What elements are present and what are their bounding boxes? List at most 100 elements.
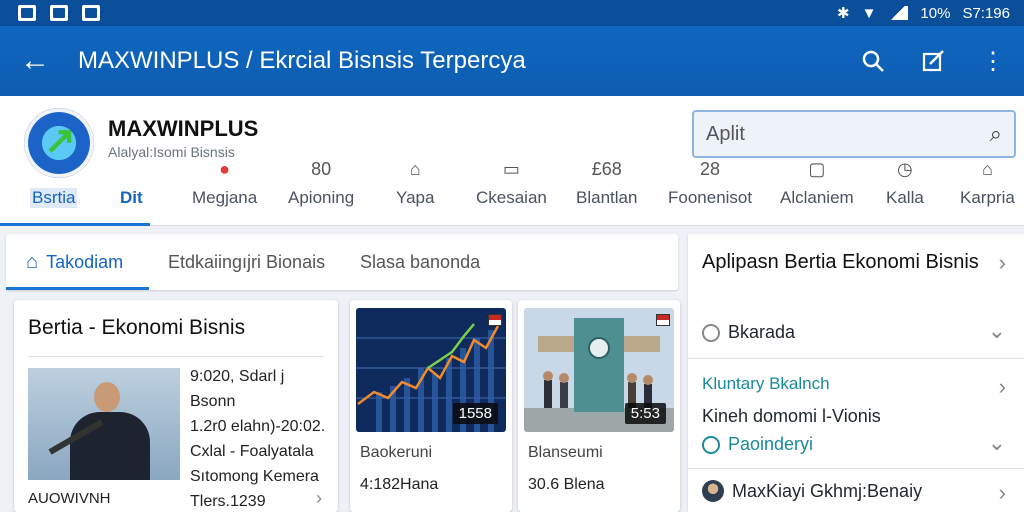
- search-icon[interactable]: ⌕: [990, 121, 1002, 147]
- tab-ekonomi-bisnis[interactable]: Etdkaiingıjri Bionais: [168, 234, 325, 290]
- thumb-title: Blanseumi: [528, 444, 603, 461]
- thumb-meta: 4:182Hana: [360, 476, 439, 493]
- section-title: Kluntary Bkalnch: [702, 374, 830, 394]
- chevron-down-icon[interactable]: ⌄: [988, 430, 1006, 456]
- chevron-down-icon[interactable]: ⌄: [988, 318, 1006, 344]
- category-label: Karpria: [960, 188, 1015, 207]
- speaker-head: [94, 382, 120, 412]
- search-input[interactable]: [706, 122, 990, 146]
- news-card[interactable]: Bertia - Ekonomi Bisnis AUOWIVNH 9:020, …: [14, 300, 338, 512]
- news-image[interactable]: [28, 368, 180, 480]
- clock-icon: [702, 435, 720, 454]
- news-image-caption: AUOWIVNH: [28, 490, 111, 507]
- search-box[interactable]: ⌕: [692, 110, 1016, 158]
- divider: [28, 356, 324, 357]
- search-button[interactable]: [856, 44, 890, 78]
- wifi-icon: ▼: [861, 4, 877, 22]
- category-dit[interactable]: Dit: [120, 158, 143, 226]
- speaker-figure: [70, 412, 150, 480]
- gallery-notification-icon: [50, 5, 68, 21]
- category-kalla[interactable]: ◷ Kalla: [886, 158, 924, 226]
- news-line: Tlers.1239: [190, 493, 266, 510]
- app-bar: ← MAXWINPLUS / Ekrcial Bisnsis Terpercya…: [0, 26, 1024, 96]
- battery-level: 10%: [920, 4, 951, 22]
- brand-header: MAXWINPLUS Alalyal:Isomi Bisnsis ⌕ Bsrti…: [0, 96, 1024, 226]
- more-options-button[interactable]: ⋮: [976, 44, 1010, 78]
- bluetooth-icon: ✱: [836, 5, 850, 22]
- notification-icons: [18, 5, 100, 21]
- divider: [688, 358, 1024, 359]
- category-label: Kalla: [886, 188, 924, 207]
- side-list: Aplipasn Bertia Ekonomi Bisnis › Bkarada…: [688, 234, 1024, 512]
- folder-icon: ▭: [502, 159, 520, 179]
- home-icon: ⌂: [409, 159, 421, 179]
- flag-icon: [488, 314, 502, 326]
- thumb-meta: 30.6 Blena: [528, 476, 605, 493]
- news-card-title: Bertia - Ekonomi Bisnis: [28, 316, 246, 339]
- info-icon: [702, 323, 720, 342]
- category-label: Bsrtia: [30, 188, 78, 208]
- side-item-bkarada[interactable]: Bkarada: [702, 322, 795, 343]
- arrow-left-icon: ←: [20, 44, 50, 77]
- active-category-indicator: [0, 223, 150, 226]
- news-line: 1.2r0 elahn)-20:02.: [190, 418, 326, 435]
- category-apioning[interactable]: 80 Apioning: [288, 158, 354, 226]
- edit-button[interactable]: [916, 44, 950, 78]
- category-label: Apioning: [288, 188, 355, 207]
- tab-label: Takodiam: [46, 251, 124, 272]
- app-title: MAXWINPLUS / Ekrcial Bisnsis Terpercya: [78, 47, 526, 74]
- back-button[interactable]: ←: [0, 26, 70, 96]
- category-ckesaian[interactable]: ▭ Ckesaian: [476, 158, 547, 226]
- currency-icon: £68: [591, 159, 622, 179]
- category-karpria[interactable]: ⌂ Karpria: [960, 158, 1015, 226]
- category-label: Yapa: [396, 188, 435, 207]
- tab-takodiam[interactable]: ⌂ Takodiam: [26, 234, 123, 290]
- thumb-title: Baokeruni: [360, 444, 433, 461]
- news-line: Sıtomong Kemera: [190, 468, 319, 485]
- more-vert-icon: ⋮: [981, 47, 1005, 75]
- category-label: Ckesaian: [476, 188, 547, 207]
- side-list-title: Aplipasn Bertia Ekonomi Bisnis: [702, 251, 979, 273]
- thumb-badge: 5:53: [624, 403, 666, 424]
- pin-icon: ●: [219, 159, 231, 179]
- category-label: Alclaniem: [780, 188, 854, 207]
- section-title-label: Kluntary Bkalnch: [702, 374, 830, 393]
- tab-slasa-banonda[interactable]: Slasa banonda: [360, 234, 480, 290]
- divider: [688, 468, 1024, 469]
- chevron-right-icon[interactable]: ›: [999, 250, 1006, 276]
- category-alclaniem[interactable]: ▢ Alclaniem: [780, 158, 854, 226]
- edit-icon: [922, 50, 944, 72]
- news-details: 9:020, Sdarl j Bsonn 1.2r0 elahn)-20:02.…: [190, 364, 330, 512]
- category-bsrtia[interactable]: Bsrtia: [30, 158, 78, 226]
- tab-label: Etdkaiingıjri Bionais: [168, 251, 326, 272]
- search-icon: [862, 50, 884, 72]
- news-thumb-monument[interactable]: 5:53 Blanseumi 30.6 Blena: [518, 300, 680, 512]
- chevron-right-icon[interactable]: ›: [999, 374, 1006, 400]
- category-megjana[interactable]: ● Megjana: [192, 158, 257, 226]
- side-item-maxkiayi[interactable]: MaxKiayi Gkhmj:Benaiy: [702, 480, 922, 502]
- thumb-badge: 1558: [452, 403, 498, 424]
- category-yapa[interactable]: ⌂ Yapa: [396, 158, 434, 226]
- chevron-right-icon[interactable]: ›: [316, 488, 322, 509]
- category-label: Megjana: [192, 188, 258, 207]
- photo-notification-icon: [82, 5, 100, 21]
- bookmark-icon: ⌂: [26, 250, 39, 273]
- chevron-right-icon[interactable]: ›: [999, 480, 1006, 506]
- image-notification-icon: [18, 5, 36, 21]
- section-link-label: Paoinderyi: [728, 434, 814, 454]
- section-subtitle: Kineh domomi l-Vionis: [702, 406, 881, 427]
- category-blantlan[interactable]: £68 Blantlan: [576, 158, 637, 226]
- news-thumb-chart[interactable]: 1558 Baokeruni 4:182Hana: [350, 300, 512, 512]
- clock: S7:196: [962, 4, 1010, 22]
- system-status: ✱ ▼ 10% S7:196: [836, 4, 1010, 23]
- status-bar: ✱ ▼ 10% S7:196: [0, 0, 1024, 26]
- flag-icon: [656, 314, 670, 326]
- section-link[interactable]: Paoinderyi: [702, 434, 813, 455]
- category-label: Blantlan: [576, 188, 638, 207]
- category-foonenisot[interactable]: 28 Foonenisot: [668, 158, 752, 226]
- news-line: Cxlal - Foalyatala: [190, 443, 314, 460]
- active-tab-indicator: [6, 287, 149, 290]
- avatar: [702, 480, 724, 502]
- signal-icon: [888, 6, 909, 20]
- side-item-label: MaxKiayi Gkhmj:Benaiy: [732, 480, 923, 501]
